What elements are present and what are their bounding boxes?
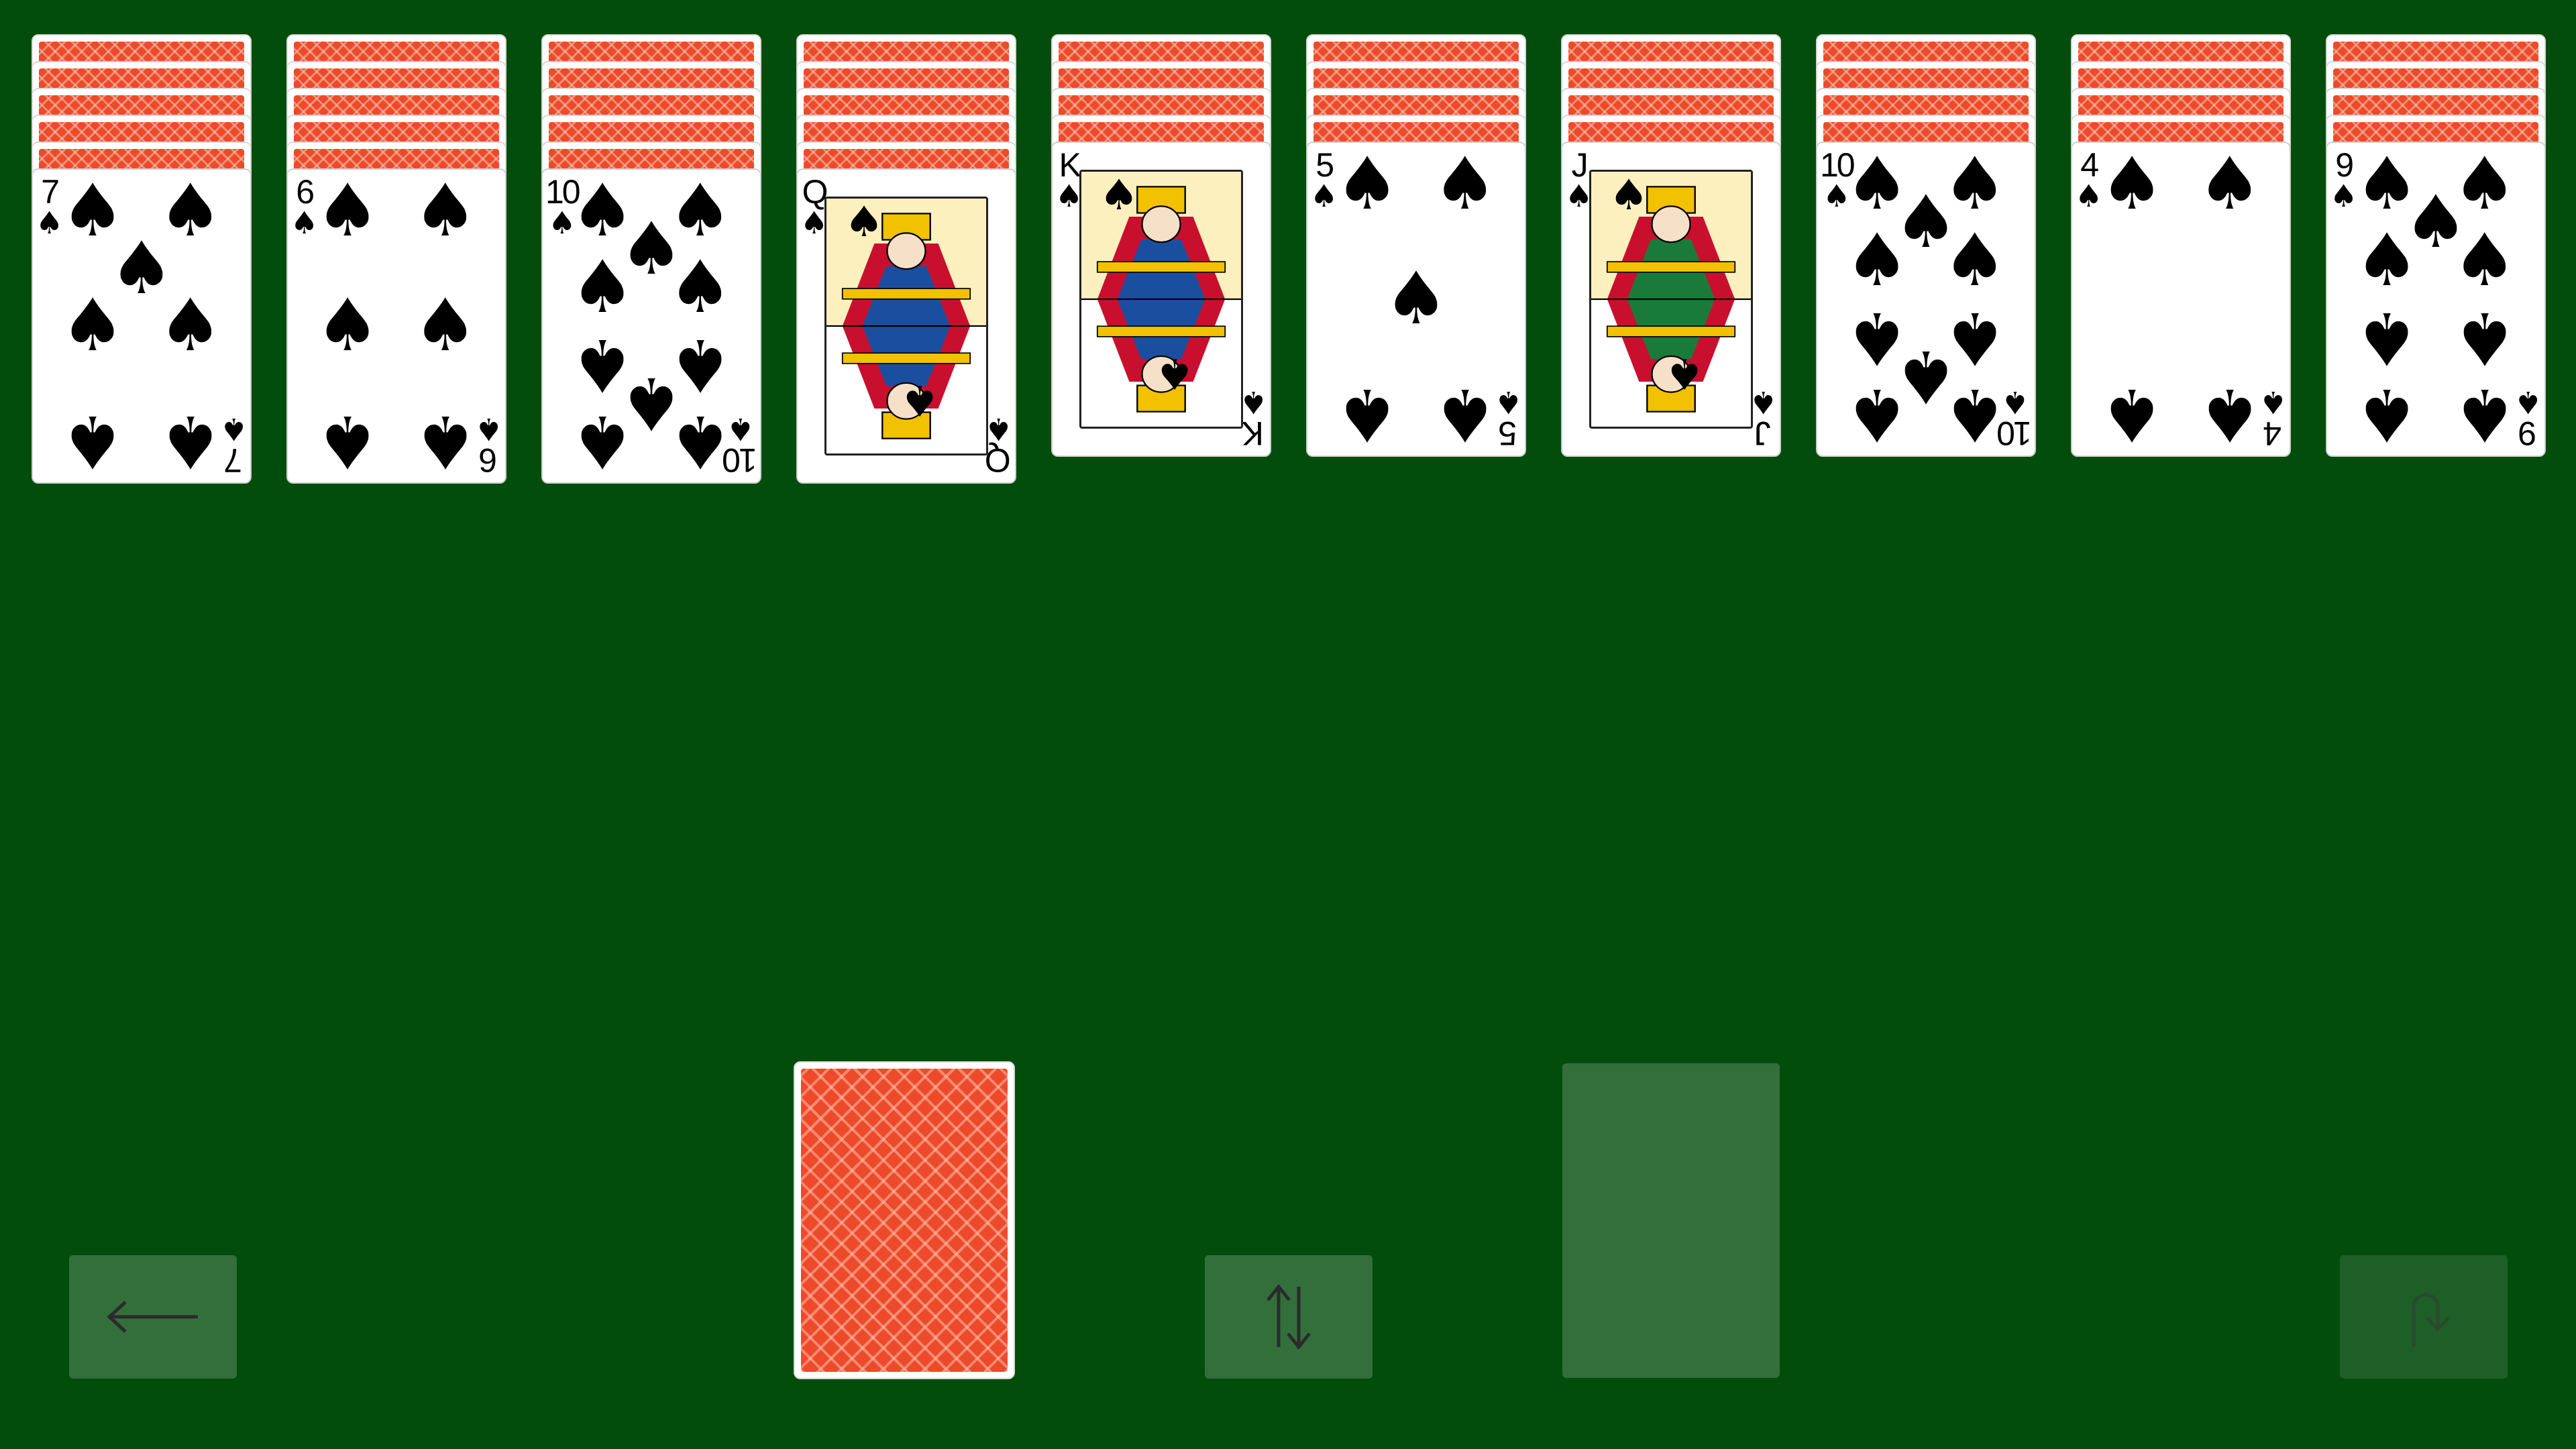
spade-icon: ♠ — [1239, 384, 1267, 421]
card-pips: ♠ ♠ ♠ ♠ ♠ ♠ — [315, 174, 478, 482]
card-pips: ♠ ♠ ♠ ♠ ♠ ♠ ♠ ♠ ♠ — [2355, 148, 2517, 455]
playing-card[interactable]: K ♠ K ♠ ♠ ♠ — [1051, 142, 1271, 457]
swap-arrows-icon — [1267, 1283, 1311, 1350]
card-rank: 5 — [1499, 415, 1517, 452]
spade-icon: ♠ — [315, 398, 380, 483]
game-board: 7 ♠ 7 ♠ ♠ ♠ ♠ ♠ ♠ ♠ ♠ 6 ♠ 6 ♠ ♠ ♠ ♠ ♠ ♠ ♠ 10 ♠ 10 ♠ ♠ ♠ ♠ ♠ ♠ ♠ ♠ ♠ ♠ ♠ Q ♠ Q… — [0, 0, 2576, 1449]
playing-card[interactable]: 7 ♠ 7 ♠ ♠ ♠ ♠ ♠ ♠ ♠ ♠ — [32, 168, 252, 484]
spade-icon: ♠ — [2354, 372, 2420, 456]
spade-icon: ♠ — [2452, 372, 2518, 456]
svg-text:♠: ♠ — [1664, 349, 1705, 398]
playing-card[interactable]: 5 ♠ 5 ♠ ♠ ♠ ♠ ♠ ♠ — [1306, 142, 1526, 457]
stock-pile[interactable] — [794, 1061, 1015, 1379]
spade-icon: ♠ — [2452, 295, 2518, 380]
card-corner-index: J ♠ — [1749, 384, 1777, 452]
card-rank: 7 — [225, 441, 242, 479]
spade-icon: ♠ — [2403, 180, 2469, 265]
spade-icon: ♠ — [2099, 372, 2165, 456]
card-pips: ♠ ♠ ♠ ♠ ♠ ♠ ♠ — [60, 174, 223, 482]
spade-icon: ♠ — [1942, 372, 2008, 456]
playing-card[interactable]: 4 ♠ 4 ♠ ♠ ♠ ♠ ♠ — [2071, 142, 2291, 457]
card-rank: K — [1243, 415, 1264, 452]
card-rank: Q — [802, 173, 828, 211]
svg-text:♠: ♠ — [1155, 349, 1195, 398]
spade-icon: ♠ — [413, 169, 478, 254]
playing-card[interactable]: Q ♠ Q ♠ ♠ ♠ — [796, 168, 1016, 484]
spade-icon: ♠ — [570, 398, 635, 483]
spade-icon: ♠ — [984, 411, 1012, 447]
spade-icon: ♠ — [315, 284, 380, 368]
queen-portrait: ♠ ♠ — [824, 197, 988, 455]
swap-button[interactable] — [1205, 1255, 1373, 1379]
spade-icon: ♠ — [2354, 295, 2420, 380]
spade-icon: ♠ — [60, 398, 125, 483]
spade-icon: ♠ — [413, 398, 478, 483]
svg-text:♠: ♠ — [1099, 172, 1139, 219]
spade-icon: ♠ — [1334, 372, 1400, 456]
card-pips: ♠ ♠ ♠ ♠ ♠ ♠ ♠ ♠ ♠ ♠ — [1845, 148, 2007, 455]
card-pips: ♠ ♠ ♠ ♠ — [2100, 148, 2262, 455]
spade-icon: ♠ — [315, 169, 380, 254]
foundation-slot — [1562, 1063, 1780, 1378]
spade-icon: ♠ — [2197, 142, 2263, 227]
left-arrow-icon — [107, 1301, 198, 1333]
svg-text:♠: ♠ — [900, 376, 940, 425]
jack-portrait: ♠ ♠ — [1589, 170, 1753, 429]
undo-icon — [2412, 1293, 2450, 1347]
spade-icon: ♠ — [60, 284, 125, 368]
playing-card[interactable]: 9 ♠ 9 ♠ ♠ ♠ ♠ ♠ ♠ ♠ ♠ ♠ ♠ — [2326, 142, 2546, 457]
card-rank: J — [1571, 146, 1589, 184]
spade-icon: ♠ — [667, 246, 733, 330]
spade-icon: ♠ — [158, 398, 223, 483]
spade-icon: ♠ — [1942, 219, 2008, 303]
card-pips: ♠ ♠ ♠ ♠ ♠ ♠ ♠ ♠ ♠ ♠ — [570, 174, 733, 482]
svg-text:♠: ♠ — [1609, 172, 1649, 219]
king-portrait: ♠ ♠ — [1079, 170, 1243, 429]
spade-icon: ♠ — [1383, 257, 1449, 341]
card-rank: K — [1059, 146, 1081, 184]
spade-icon: ♠ — [1432, 142, 1498, 227]
svg-text:♠: ♠ — [844, 199, 884, 246]
spade-icon: ♠ — [570, 246, 635, 330]
card-pips: ♠ ♠ ♠ ♠ ♠ — [1335, 148, 1497, 455]
spade-icon: ♠ — [1844, 372, 1910, 456]
spade-icon: ♠ — [1432, 372, 1498, 456]
card-corner-index: K ♠ — [1239, 384, 1267, 452]
card-rank: 9 — [2519, 415, 2536, 452]
spade-icon: ♠ — [667, 398, 733, 483]
spade-icon: ♠ — [2099, 142, 2165, 227]
spade-icon: ♠ — [2197, 372, 2263, 456]
playing-card[interactable]: 10 ♠ 10 ♠ ♠ ♠ ♠ ♠ ♠ ♠ ♠ ♠ ♠ ♠ — [1816, 142, 2036, 457]
playing-card[interactable]: 6 ♠ 6 ♠ ♠ ♠ ♠ ♠ ♠ ♠ — [286, 168, 506, 484]
spade-icon: ♠ — [158, 284, 223, 368]
spade-icon: ♠ — [413, 284, 478, 368]
spade-icon: ♠ — [1749, 384, 1777, 421]
card-rank: 4 — [2264, 415, 2282, 452]
playing-card[interactable]: J ♠ J ♠ ♠ ♠ — [1561, 142, 1781, 457]
card-rank: Q — [986, 441, 1011, 479]
card-rank: J — [1756, 415, 1771, 452]
spade-icon: ♠ — [1844, 219, 1910, 303]
spade-icon: ♠ — [1334, 142, 1400, 227]
back-button[interactable] — [69, 1255, 237, 1379]
card-rank: 6 — [480, 441, 497, 479]
undo-button[interactable] — [2340, 1255, 2508, 1379]
playing-card[interactable]: 10 ♠ 10 ♠ ♠ ♠ ♠ ♠ ♠ ♠ ♠ ♠ ♠ ♠ — [541, 168, 761, 484]
card-corner-index: Q ♠ — [984, 411, 1012, 479]
